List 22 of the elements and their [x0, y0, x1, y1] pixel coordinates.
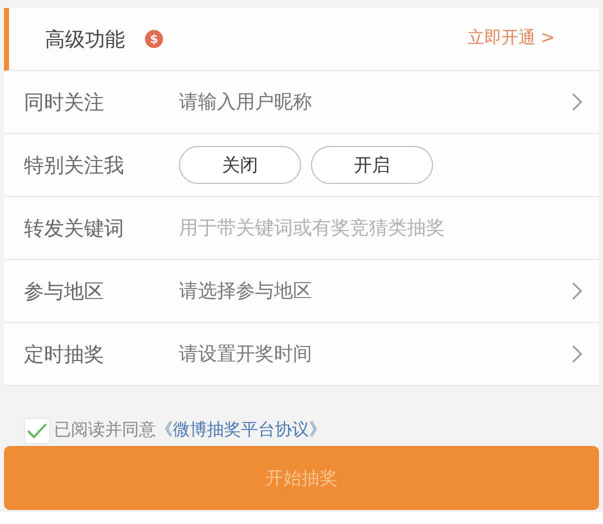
chevron-right-icon	[571, 92, 583, 112]
field-label: 参与地区	[24, 278, 105, 305]
chevron-right-icon	[571, 344, 583, 364]
agreement-text: 已阅读并同意	[54, 419, 156, 442]
field-placeholder: 请选择参与地区	[179, 278, 313, 304]
field-placeholder: 请设置开奖时间	[179, 342, 313, 367]
select-row[interactable]: 同时关注 请输入用户昵称	[4, 71, 599, 134]
field-placeholder: 请输入用户昵称	[179, 90, 313, 115]
select-row[interactable]: 定时抽奖 请设置开奖时间	[4, 323, 599, 386]
field-label: 特别关注我	[24, 152, 125, 179]
field-label: 转发关键词	[4, 197, 179, 259]
field-label: 定时抽奖	[24, 341, 105, 368]
field-label: 同时关注	[24, 89, 105, 116]
text-field[interactable]: 用于带关键词或有奖竞猜类抽奖	[179, 197, 599, 259]
chevron-right-icon	[571, 281, 583, 301]
section-title: 高级功能	[45, 26, 125, 53]
checkbox[interactable]	[24, 418, 50, 444]
toggle-button[interactable]: 开启	[311, 146, 433, 184]
select-row[interactable]: 参与地区 请选择参与地区	[4, 260, 599, 323]
dollar-icon: $	[145, 30, 163, 48]
agreement-link[interactable]: 《微博抽奖平台协议》	[156, 418, 326, 444]
toggle-button[interactable]: 关闭	[179, 146, 301, 184]
